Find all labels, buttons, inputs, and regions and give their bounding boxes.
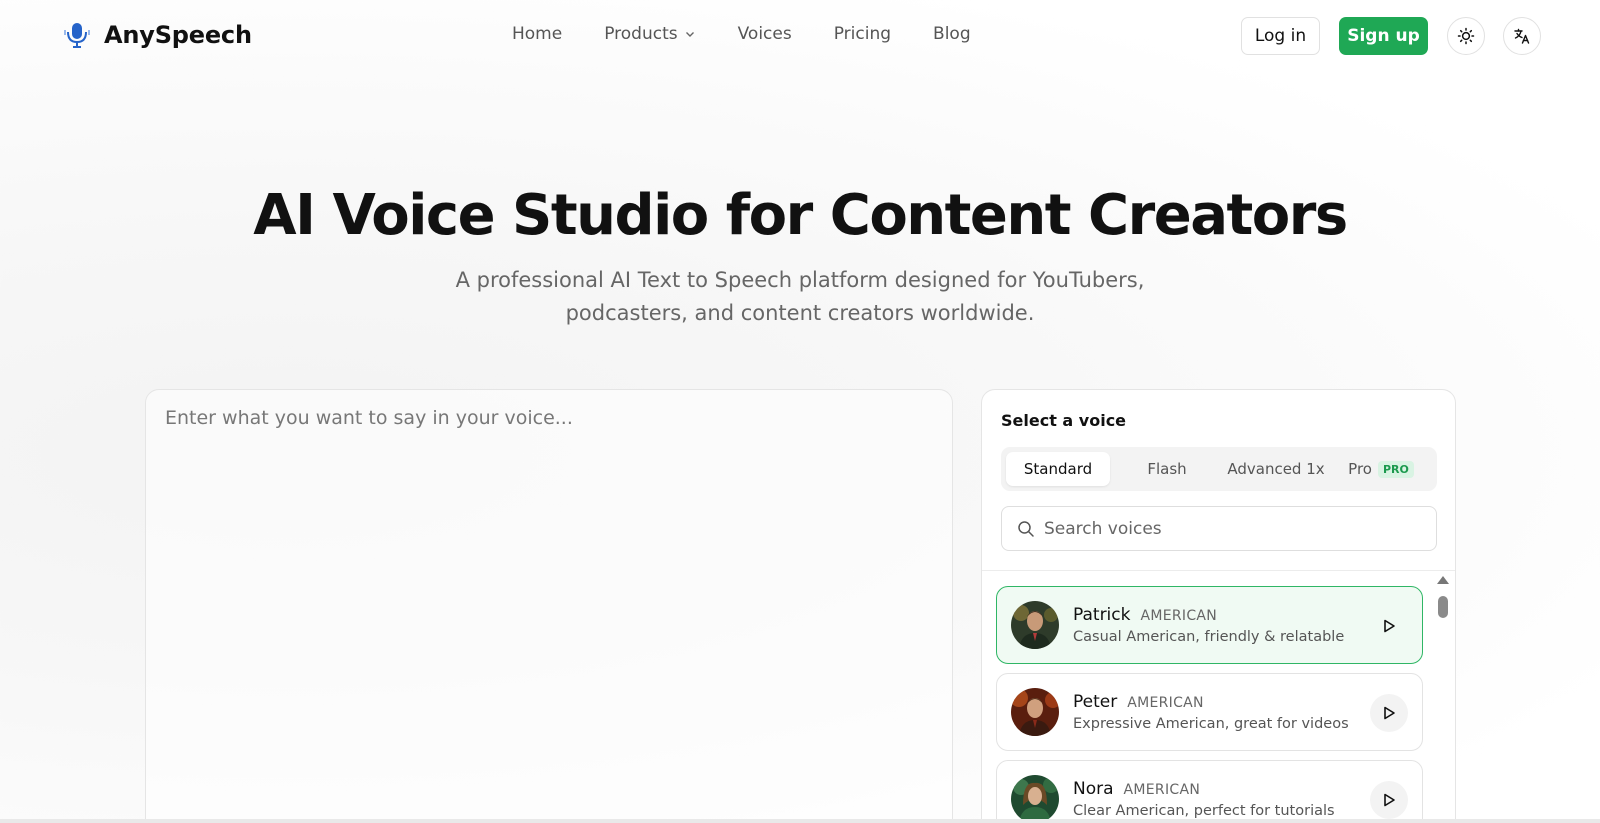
voice-search — [1001, 506, 1437, 551]
voice-description: Expressive American, great for videos — [1073, 716, 1349, 732]
speech-text-input[interactable] — [165, 407, 925, 807]
sun-icon — [1457, 27, 1475, 45]
voice-name-text: Peter — [1073, 692, 1118, 712]
theme-toggle-button[interactable] — [1447, 17, 1485, 55]
voice-description: Clear American, perfect for tutorials — [1073, 803, 1335, 819]
scroll-up-arrow[interactable] — [1437, 576, 1449, 584]
voice-name: Patrick AMERICAN — [1073, 605, 1217, 625]
voice-list-scrollbar[interactable] — [1437, 576, 1449, 823]
voice-accent: AMERICAN — [1127, 695, 1204, 711]
voice-name-text: Patrick — [1073, 605, 1131, 625]
voice-search-input[interactable] — [1044, 517, 1424, 541]
hero-title: AI Voice Studio for Content Creators — [253, 183, 1348, 248]
play-icon — [1384, 793, 1395, 807]
voice-name: Nora AMERICAN — [1073, 779, 1200, 799]
brand-name: AnySpeech — [104, 21, 252, 49]
nav-voices[interactable]: Voices — [738, 24, 792, 44]
voice-description: Casual American, friendly & relatable — [1073, 629, 1345, 645]
top-nav: AnySpeech Home Products Voices Pricing B… — [0, 0, 1600, 72]
main-menu: Home Products Voices Pricing Blog — [512, 24, 971, 44]
panel-divider — [982, 570, 1455, 571]
play-preview-button[interactable] — [1370, 607, 1408, 645]
hero-subtitle-line1: A professional AI Text to Speech platfor… — [455, 268, 1145, 292]
login-button[interactable]: Log in — [1241, 17, 1320, 55]
voice-model-tabs: Standard Flash Advanced 1x Pro PRO — [1001, 447, 1437, 491]
nav-pricing-label: Pricing — [833, 24, 892, 44]
nav-blog-label: Blog — [933, 24, 971, 44]
nav-home-label: Home — [512, 24, 563, 44]
nav-products-label: Products — [604, 24, 678, 44]
play-preview-button[interactable] — [1370, 781, 1408, 819]
search-icon — [1018, 521, 1034, 537]
nav-blog[interactable]: Blog — [933, 24, 971, 44]
microphone-icon — [64, 23, 90, 48]
voice-card-patrick[interactable]: Patrick AMERICAN Casual American, friendl… — [996, 586, 1423, 664]
voice-card-peter[interactable]: Peter AMERICAN Expressive American, great… — [996, 673, 1423, 751]
tab-advanced[interactable]: Advanced 1x — [1221, 452, 1331, 486]
hero-subtitle: A professional AI Text to Speech platfor… — [400, 264, 1200, 330]
avatar — [1011, 688, 1059, 736]
tab-pro-label: Pro — [1348, 460, 1372, 478]
voice-card-nora[interactable]: Nora AMERICAN Clear American, perfect for… — [996, 760, 1423, 823]
play-icon — [1384, 619, 1395, 633]
tab-flash-label: Flash — [1147, 460, 1187, 478]
voice-name-text: Nora — [1073, 779, 1114, 799]
signup-button[interactable]: Sign up — [1339, 17, 1428, 55]
pro-badge: PRO — [1377, 460, 1414, 478]
scroll-thumb[interactable] — [1438, 596, 1448, 618]
nav-products[interactable]: Products — [604, 24, 695, 44]
voice-name: Peter AMERICAN — [1073, 692, 1204, 712]
nav-home[interactable]: Home — [512, 24, 562, 44]
tab-advanced-label: Advanced 1x — [1227, 460, 1325, 478]
voice-accent: AMERICAN — [1123, 782, 1201, 798]
avatar — [1011, 775, 1059, 823]
chevron-down-icon — [685, 32, 694, 37]
brand-logo-link[interactable]: AnySpeech — [64, 20, 252, 50]
tab-pro[interactable]: Pro PRO — [1331, 452, 1431, 486]
voice-accent: AMERICAN — [1140, 608, 1218, 624]
play-preview-button[interactable] — [1370, 694, 1408, 732]
tab-standard[interactable]: Standard — [1006, 452, 1110, 486]
nav-pricing[interactable]: Pricing — [834, 24, 891, 44]
hero-subtitle-line2: podcasters, and content creators worldwi… — [565, 301, 1035, 325]
tab-standard-label: Standard — [1023, 460, 1093, 478]
tab-flash[interactable]: Flash — [1115, 452, 1219, 486]
text-editor-panel — [145, 389, 953, 823]
voice-selector-panel: Select a voice Standard Flash Advanced 1… — [981, 389, 1456, 823]
page-bottom-edge — [0, 819, 1600, 823]
language-button[interactable] — [1503, 17, 1541, 55]
nav-voices-label: Voices — [737, 24, 792, 44]
play-icon — [1384, 706, 1395, 720]
avatar — [1011, 601, 1059, 649]
voice-panel-title: Select a voice — [1001, 411, 1127, 430]
translate-icon — [1514, 28, 1530, 44]
